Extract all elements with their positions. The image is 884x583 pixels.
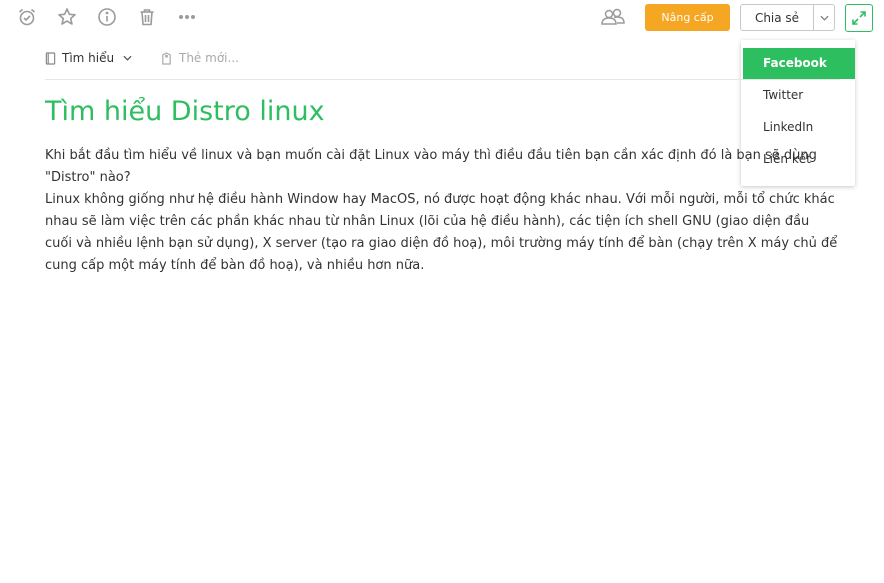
header-divider — [45, 79, 840, 80]
share-button-group: Chia sẻ — [740, 4, 835, 31]
tag-placeholder: Thẻ mới... — [179, 51, 239, 65]
note-paragraph: Khi bắt đầu tìm hiểu về linux và bạn muố… — [45, 148, 817, 185]
chevron-down-icon — [819, 15, 829, 21]
note-body[interactable]: Khi bắt đầu tìm hiểu về linux và bạn muố… — [45, 145, 840, 277]
share-menu-item-facebook[interactable]: Facebook — [743, 48, 855, 79]
chevron-down-icon — [123, 55, 132, 61]
reminder-icon[interactable] — [16, 6, 38, 28]
trash-icon[interactable] — [136, 6, 158, 28]
more-icon[interactable] — [176, 6, 198, 28]
star-icon[interactable] — [56, 6, 78, 28]
share-button[interactable]: Chia sẻ — [741, 5, 813, 30]
tag-input[interactable]: Thẻ mới... — [161, 49, 239, 67]
note-paragraph: Linux không giống như hệ điều hành Windo… — [45, 192, 838, 273]
expand-icon — [852, 11, 866, 25]
share-dropdown-toggle[interactable] — [813, 5, 834, 30]
tag-icon — [162, 51, 171, 65]
notebook-name: Tìm hiểu — [62, 51, 115, 65]
info-icon[interactable] — [96, 6, 118, 28]
share-menu-item-twitter[interactable]: Twitter — [743, 80, 855, 111]
note-title[interactable]: Tìm hiểu Distro linux — [45, 96, 325, 127]
share-menu-item-linkedin[interactable]: LinkedIn — [743, 112, 855, 143]
notebook-selector[interactable]: Tìm hiểu — [45, 49, 132, 67]
expand-button[interactable] — [845, 4, 873, 32]
notebook-icon — [45, 51, 56, 65]
upgrade-button[interactable]: Nâng cấp — [645, 4, 730, 31]
work-chat-icon[interactable] — [600, 6, 626, 28]
